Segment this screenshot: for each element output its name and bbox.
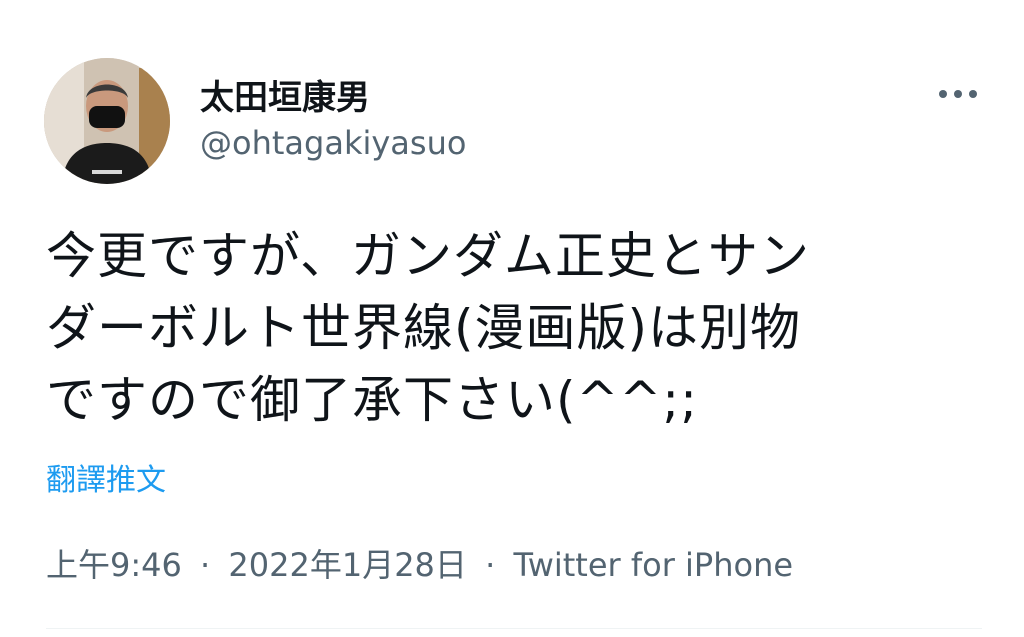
tweet-meta: 上午9:46 · 2022年1月28日 · Twitter for iPhone [46, 540, 793, 586]
author-handle[interactable]: @ohtagakiyasuo [200, 124, 466, 162]
tweet-text: 今更ですが、ガンダム正史とサン ダーボルト世界線(漫画版)は別物 ですので御了承… [46, 227, 810, 429]
meta-separator: · [485, 546, 496, 584]
tweet-time[interactable]: 上午9:46 [46, 546, 182, 584]
avatar[interactable] [44, 58, 170, 184]
tweet-source[interactable]: Twitter for iPhone [513, 546, 793, 584]
author-display-name[interactable]: 太田垣康男 [200, 70, 370, 119]
tweet-date[interactable]: 2022年1月28日 [228, 546, 467, 584]
avatar-photo-icon [44, 58, 170, 184]
divider [46, 628, 982, 629]
ellipsis-icon [939, 90, 977, 98]
translate-tweet-link[interactable]: 翻譯推文 [46, 455, 166, 499]
tweet: 太田垣康男 @ohtagakiyasuo 今更ですが、ガンダム正史とサン ダーボ… [0, 0, 1024, 637]
more-options-button[interactable] [930, 74, 986, 114]
meta-separator: · [200, 546, 211, 584]
